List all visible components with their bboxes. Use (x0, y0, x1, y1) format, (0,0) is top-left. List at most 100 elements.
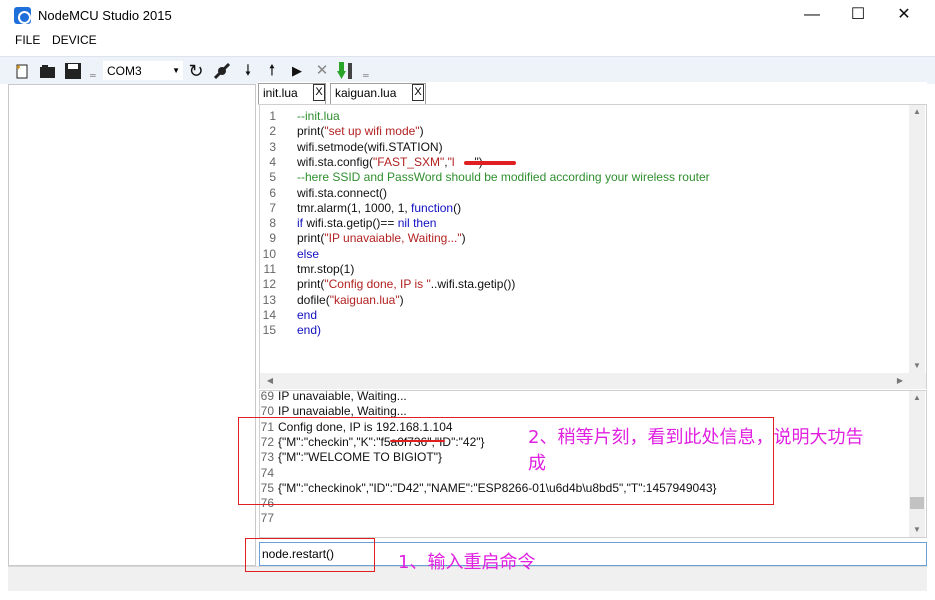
app-icon (14, 7, 31, 24)
code-token: --init.lua (297, 109, 340, 123)
window-title: NodeMCU Studio 2015 (38, 8, 172, 23)
code-token: "FAST_SXM" (373, 154, 445, 169)
save-icon[interactable] (64, 62, 82, 80)
code-token: ) (399, 292, 404, 307)
line-number: 15 (262, 323, 276, 338)
minimize-button[interactable]: — (789, 0, 835, 30)
toolbar: ✶ ═ COM3 ▼ ↻ 🠗 🠕 ▶ ✕ ═ (0, 56, 935, 84)
code-token: end (297, 307, 318, 322)
code-token: wifi.sta.getip()== (303, 216, 398, 231)
code-token: "set up wifi mode" (324, 124, 420, 139)
disconnect-plug-icon[interactable] (213, 62, 231, 80)
editor-horizontal-scrollbar[interactable]: ◀ ▶ (260, 373, 926, 389)
scroll-down-icon[interactable]: ▼ (909, 361, 925, 370)
scroll-down-icon[interactable]: ▼ (909, 525, 925, 534)
maximize-button[interactable]: ☐ (835, 0, 881, 30)
tab-close-button[interactable]: X (412, 84, 424, 101)
tab-label: init.lua (263, 86, 298, 100)
editor-vertical-scrollbar[interactable]: ▲ ▼ (909, 105, 925, 373)
code-text: tmr.stop(1) (297, 262, 354, 276)
annotation-step2: 2、稍等片刻，看到此处信息，说明大功告 (528, 427, 864, 448)
console-text: IP unavaiable, Waiting... (278, 390, 407, 403)
stop-icon[interactable]: ✕ (313, 62, 331, 80)
line-number: 1 (269, 109, 276, 123)
scroll-up-icon[interactable]: ▲ (909, 107, 925, 116)
code-token: end) (297, 323, 322, 338)
console-vertical-scrollbar[interactable]: ▲ ▼ (909, 391, 925, 537)
code-token: wifi.sta.config( (297, 154, 374, 169)
console-line-number: 77 (260, 511, 274, 526)
line-number: 11 (263, 262, 276, 276)
line-number: 2 (269, 124, 276, 139)
code-token: "IP unavaiable, Waiting..." (324, 231, 462, 246)
scroll-left-icon[interactable]: ◀ (262, 376, 278, 385)
code-text: wifi.sta.connect() (297, 186, 387, 200)
line-number: 5 (269, 170, 276, 185)
code-text: end (297, 308, 317, 322)
run-icon[interactable]: ▶ (288, 62, 306, 80)
code-text: print("IP unavaiable, Waiting...") (297, 231, 466, 245)
code-token: wifi.setmode(wifi.STATION) (297, 139, 443, 154)
line-number: 3 (269, 139, 276, 154)
code-token: nil (397, 216, 410, 231)
code-token: dofile( (297, 292, 330, 307)
code-token: tmr.stop(1) (297, 262, 355, 276)
code-token: print( (297, 124, 325, 139)
code-text: end) (297, 323, 321, 337)
code-token: "kaiguan.lua" (329, 292, 400, 307)
new-file-icon[interactable]: ✶ (13, 62, 31, 80)
code-text: tmr.alarm(1, 1000, 1, function() (297, 201, 461, 215)
flash-icon[interactable] (337, 62, 355, 80)
annotation-step2-continued: 成 (528, 453, 546, 474)
open-folder-icon[interactable] (39, 62, 57, 80)
refresh-icon[interactable]: ↻ (187, 62, 205, 80)
menu-bar: FILE DEVICE (0, 30, 935, 52)
title-bar: NodeMCU Studio 2015 — ☐ ✕ (0, 0, 935, 30)
scroll-up-icon[interactable]: ▲ (909, 393, 925, 402)
upload-arrow-icon[interactable]: 🠕 (263, 62, 281, 80)
svg-text:✶: ✶ (15, 63, 22, 72)
code-token: --here SSID and PassWord should be modif… (297, 170, 710, 185)
code-text: print("Config done, IP is "..wifi.sta.ge… (297, 277, 515, 291)
console-line-number: 69 (260, 390, 274, 403)
file-tree-panel[interactable] (8, 84, 256, 566)
com-port-value: COM3 (107, 64, 142, 78)
menu-device[interactable]: DEVICE (52, 33, 97, 47)
com-port-select[interactable]: COM3 ▼ (103, 61, 183, 80)
code-token: function (411, 200, 454, 215)
redaction-mark (464, 161, 516, 165)
code-token: ) (461, 231, 466, 246)
code-token: ) (419, 124, 424, 139)
download-arrow-icon[interactable]: 🠗 (239, 62, 257, 80)
line-number: 4 (269, 154, 276, 169)
annotation-step1: 1、输入重启命令 (398, 552, 536, 573)
code-token: tmr.alarm(1, 1000, 1, (297, 200, 412, 215)
menu-file[interactable]: FILE (15, 33, 40, 47)
close-button[interactable]: ✕ (881, 0, 927, 30)
code-text: else (297, 247, 319, 261)
code-token: () (453, 200, 462, 215)
scroll-right-icon[interactable]: ▶ (892, 376, 908, 385)
line-number: 6 (269, 185, 276, 200)
code-token: else (297, 246, 320, 261)
code-editor[interactable]: 1 --init.lua 2 print("set up wifi mode") 3 wi… (259, 104, 927, 389)
code-token: print( (297, 277, 325, 292)
code-token: ..wifi.sta.getip()) (430, 277, 516, 292)
code-text: dofile("kaiguan.lua") (297, 293, 404, 307)
scroll-thumb[interactable] (910, 497, 924, 509)
code-token: then (413, 216, 437, 231)
code-token: wifi.sta.connect() (297, 185, 388, 200)
line-number: 13 (262, 292, 276, 307)
code-text: --init.lua (297, 109, 340, 123)
toolbar-grip: ═ (90, 71, 96, 80)
toolbar-grip: ═ (363, 71, 369, 80)
code-token: "Config done, IP is " (324, 277, 431, 292)
input-highlight-box (245, 538, 375, 572)
line-number: 14 (262, 307, 276, 322)
code-text: wifi.sta.config("FAST_SXM","l ") (297, 155, 483, 169)
line-number: 12 (262, 277, 276, 292)
tab-label: kaiguan.lua (335, 86, 397, 100)
tab-close-button[interactable]: X (313, 84, 325, 101)
code-text: wifi.setmode(wifi.STATION) (297, 140, 443, 154)
line-number: 10 (262, 246, 276, 261)
